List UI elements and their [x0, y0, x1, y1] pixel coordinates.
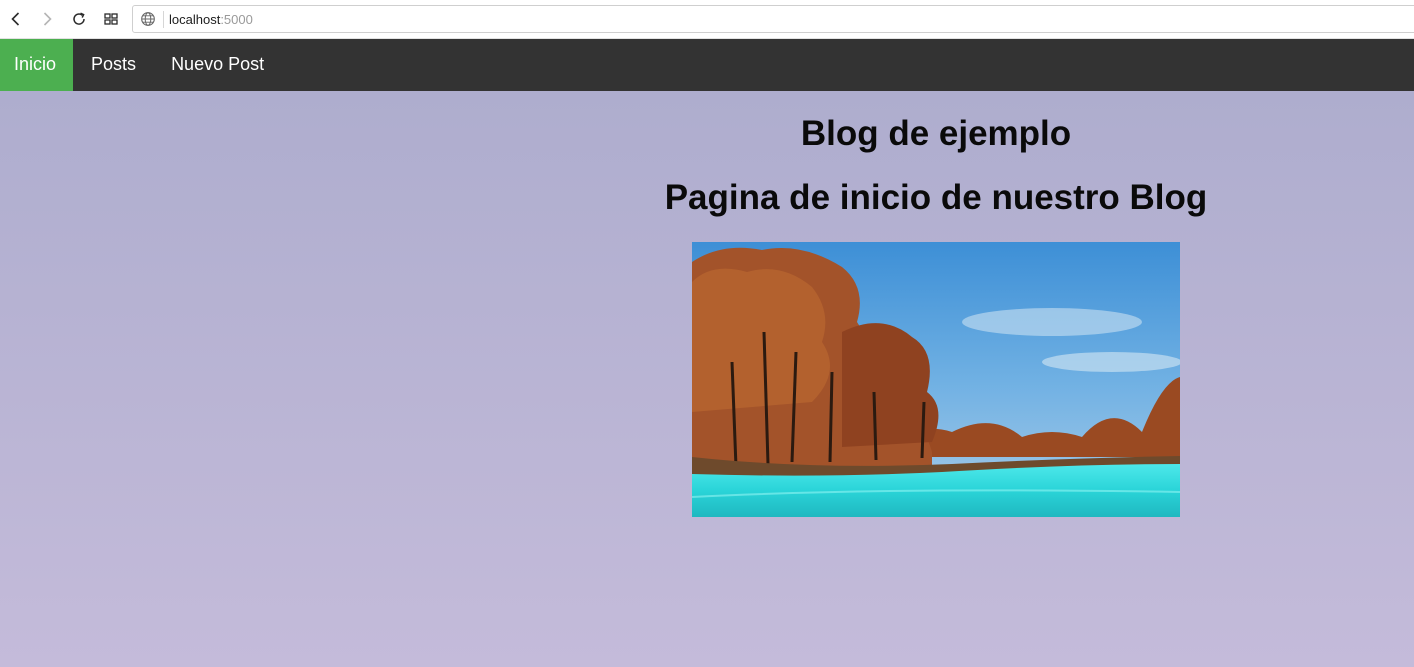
url-text: localhost:5000 [169, 12, 253, 27]
url-port: :5000 [220, 12, 253, 27]
main-content: Blog de ejemplo Pagina de inicio de nues… [0, 91, 1414, 667]
url-host: localhost [169, 12, 221, 27]
back-button[interactable] [5, 8, 27, 30]
grid-icon [104, 13, 118, 25]
reload-button[interactable] [68, 8, 90, 30]
site-navbar: Inicio Posts Nuevo Post [0, 39, 1414, 91]
nav-item-nuevo-post[interactable]: Nuevo Post [153, 39, 281, 91]
reload-icon [73, 12, 85, 25]
arrow-left-icon [11, 12, 20, 26]
page-title: Blog de ejemplo [800, 114, 1072, 153]
address-separator [163, 11, 164, 28]
nav-item-inicio[interactable]: Inicio [0, 39, 74, 91]
autumn-lake-image [692, 242, 1180, 517]
page-subtitle: Pagina de inicio de nuestro Blog [664, 178, 1208, 217]
hero-image [692, 242, 1180, 517]
tabs-grid-button[interactable] [100, 8, 122, 30]
nav-item-posts[interactable]: Posts [73, 39, 153, 91]
globe-icon [141, 12, 155, 26]
arrow-right-icon [43, 12, 52, 26]
address-bar[interactable]: localhost:5000 [132, 5, 1414, 33]
browser-toolbar: localhost:5000 [0, 0, 1414, 39]
forward-button[interactable] [36, 8, 58, 30]
